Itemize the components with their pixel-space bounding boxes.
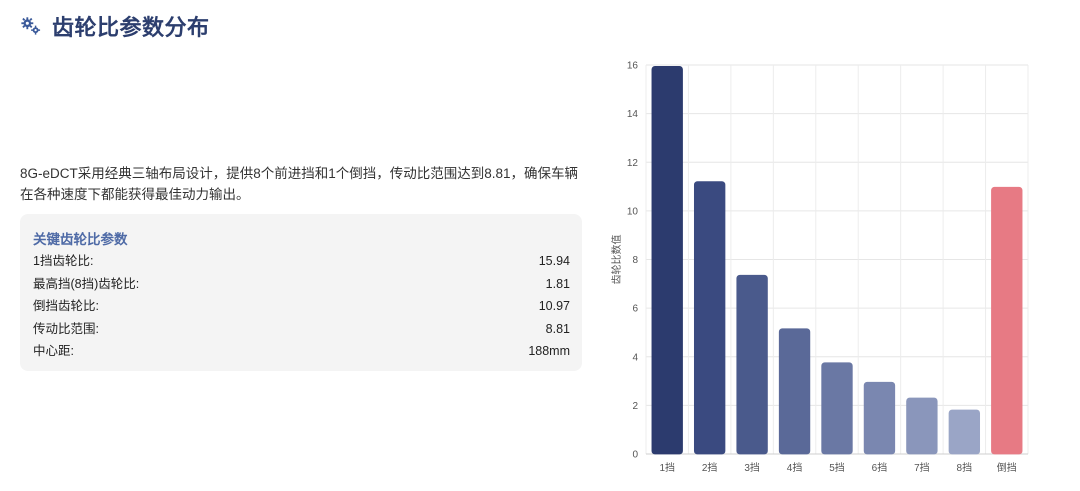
param-value: 8.81: [545, 321, 570, 336]
param-row: 传动比范围: 8.81: [33, 318, 570, 341]
param-label: 传动比范围:: [33, 321, 99, 336]
y-axis-label: 齿轮比数值: [610, 235, 623, 285]
chart-svg: 0 2 4 6 8 10 12 14 16 1挡 2挡 3挡 4挡 5挡 6挡 7挡 8挡 倒挡 齿轮比数值: [610, 61, 1029, 474]
y-tick-label: 2: [632, 401, 638, 412]
x-tick-label: 8挡: [957, 461, 973, 474]
key-params-card: 关键齿轮比参数 1挡齿轮比: 15.94 最高挡(8挡)齿轮比: 1.81 倒挡…: [20, 214, 582, 371]
y-tick-label: 0: [632, 450, 638, 461]
x-tick-label: 5挡: [829, 461, 845, 474]
param-value: 188mm: [528, 344, 570, 358]
page-header: 齿轮比参数分布: [20, 12, 210, 40]
card-title: 关键齿轮比参数: [33, 232, 128, 247]
param-label: 中心距:: [33, 344, 74, 358]
bar: [991, 186, 1023, 455]
y-tick-label: 14: [627, 109, 639, 120]
param-row: 倒挡齿轮比: 10.97: [33, 295, 570, 318]
page-title: 齿轮比参数分布: [52, 15, 210, 40]
y-tick-label: 16: [627, 61, 639, 72]
x-tick-label: 倒挡: [997, 461, 1017, 474]
description-text: 8G-eDCT采用经典三轴布局设计，提供8个前进挡和1个倒挡，传动比范围达到8.…: [20, 166, 579, 202]
param-label: 1挡齿轮比:: [33, 254, 94, 268]
param-label: 最高挡(8挡)齿轮比:: [33, 276, 140, 291]
x-tick-label: 4挡: [787, 461, 803, 474]
bar: [906, 397, 938, 455]
gears-icon: [21, 17, 41, 35]
y-tick-label: 10: [627, 206, 639, 217]
bar: [948, 409, 981, 455]
gear-ratio-chart: 0 2 4 6 8 10 12 14 16 1挡 2挡 3挡 4挡 5挡 6挡 7挡 8挡 倒挡 齿轮比数值: [600, 55, 1040, 480]
bar: [651, 66, 683, 455]
bar: [693, 181, 726, 455]
param-value: 15.94: [538, 254, 570, 268]
y-tick-label: 8: [632, 255, 638, 266]
param-label: 倒挡齿轮比:: [33, 299, 99, 313]
x-tick-label: 3挡: [744, 461, 760, 474]
x-tick-label: 1挡: [659, 461, 675, 474]
param-row: 最高挡(8挡)齿轮比: 1.81: [33, 273, 570, 296]
y-tick-label: 4: [632, 352, 638, 363]
y-tick-label: 6: [632, 304, 638, 315]
param-value: 1.81: [545, 276, 570, 291]
param-row: 中心距: 188mm: [33, 340, 570, 363]
param-row: 1挡齿轮比: 15.94: [33, 250, 570, 273]
bar: [736, 274, 768, 455]
param-value: 10.97: [538, 299, 570, 313]
y-tick-label: 12: [627, 158, 639, 169]
x-tick-label: 7挡: [914, 461, 930, 474]
bar: [778, 328, 811, 455]
bar: [863, 381, 896, 455]
x-tick-label: 2挡: [702, 461, 718, 474]
x-tick-label: 6挡: [872, 461, 888, 474]
bar: [821, 362, 853, 455]
